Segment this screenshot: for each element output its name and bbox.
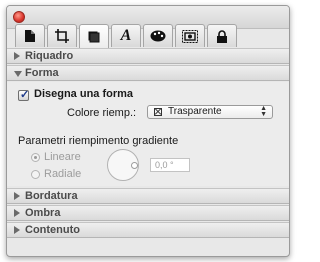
- draw-shape-label: Disegna una forma: [34, 88, 134, 100]
- fill-color-value: Trasparente: [168, 106, 222, 117]
- checkmark-icon: ✓: [20, 89, 30, 101]
- shape-icon: [88, 31, 100, 42]
- section-forma[interactable]: Forma: [7, 65, 289, 81]
- tab-document[interactable]: [15, 24, 45, 47]
- tab-image[interactable]: [175, 24, 205, 47]
- document-icon: [25, 30, 35, 42]
- inspector-tabs: A: [15, 24, 239, 48]
- section-bordatura[interactable]: Bordatura: [7, 188, 289, 204]
- section-title: Ombra: [25, 207, 61, 219]
- linear-radio[interactable]: [31, 153, 40, 162]
- disclosure-collapsed-icon[interactable]: [14, 226, 20, 234]
- section-title: Bordatura: [25, 190, 78, 202]
- disclosure-collapsed-icon[interactable]: [14, 209, 20, 217]
- forma-panel: ✓ Disegna una forma Colore riemp.: Trasp…: [7, 82, 289, 186]
- inspector-window: A Riquadro Forma ✓ Disegna una forma Col…: [6, 5, 290, 257]
- crop-frame-icon: [55, 29, 69, 43]
- gradient-params-title: Parametri riempimento gradiente: [18, 135, 179, 147]
- disclosure-collapsed-icon[interactable]: [14, 192, 20, 200]
- tab-text[interactable]: A: [111, 24, 141, 47]
- text-icon: A: [120, 27, 132, 44]
- fill-color-label: Colore riemp.:: [67, 107, 137, 119]
- draw-shape-checkbox[interactable]: ✓: [18, 89, 30, 101]
- tab-geometry[interactable]: [47, 24, 77, 47]
- section-riquadro[interactable]: Riquadro: [7, 48, 289, 64]
- tab-color[interactable]: [143, 24, 173, 47]
- section-ombra[interactable]: Ombra: [7, 205, 289, 221]
- angle-field[interactable]: 0,0 °: [150, 158, 190, 172]
- close-button[interactable]: [13, 11, 25, 23]
- section-title: Forma: [25, 67, 59, 79]
- fill-color-popup[interactable]: Trasparente ▲ ▼: [147, 105, 273, 119]
- color-palette-icon: [150, 30, 166, 42]
- disclosure-collapsed-icon[interactable]: [14, 52, 20, 60]
- section-contenuto[interactable]: Contenuto: [7, 222, 289, 238]
- radial-label: Radiale: [44, 168, 82, 180]
- lock-icon: [217, 29, 227, 43]
- popup-arrows-icon: ▲ ▼: [260, 105, 267, 118]
- section-title: Contenuto: [25, 224, 80, 236]
- linear-label: Lineare: [44, 151, 81, 163]
- angle-dial-knob[interactable]: [131, 162, 138, 169]
- radial-radio[interactable]: [31, 170, 40, 179]
- section-title: Riquadro: [25, 50, 74, 62]
- tab-shape[interactable]: [79, 24, 109, 48]
- tab-lock[interactable]: [207, 24, 237, 47]
- transparent-swatch-icon: [154, 108, 162, 116]
- image-frame-icon: [182, 29, 198, 43]
- angle-dial[interactable]: [107, 149, 139, 181]
- disclosure-expanded-icon[interactable]: [14, 71, 22, 77]
